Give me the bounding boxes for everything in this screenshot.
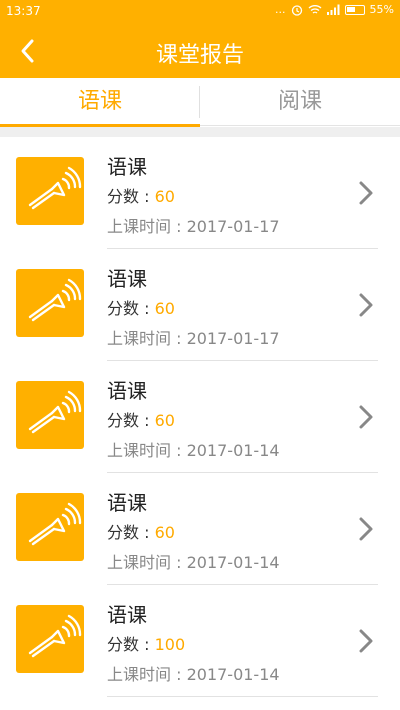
date-label: 上课时间 : xyxy=(107,441,187,460)
report-item[interactable]: 语课 分数 : 60 上课时间 : 2017-01-14 xyxy=(0,361,400,473)
score-value: 60 xyxy=(154,523,175,542)
report-name: 语课 xyxy=(107,155,147,179)
trumpet-thumbnail xyxy=(16,157,84,225)
report-name: 语课 xyxy=(107,267,147,291)
wifi-icon xyxy=(308,5,321,14)
report-score: 分数 : 60 xyxy=(107,519,175,543)
chevron-right-icon xyxy=(359,293,373,317)
report-list: 语课 分数 : 60 上课时间 : 2017-01-17 语课 分数 : 60 … xyxy=(0,137,400,697)
trumpet-icon xyxy=(28,278,82,322)
tab-yueke[interactable]: 阅课 xyxy=(200,78,400,126)
date-label: 上课时间 : xyxy=(107,217,187,236)
score-value: 60 xyxy=(154,187,175,206)
status-icons: ... 55% xyxy=(275,3,394,16)
trumpet-icon xyxy=(28,166,82,210)
battery-percent: 55% xyxy=(369,3,394,16)
date-value: 2017-01-14 xyxy=(186,553,280,572)
score-value: 60 xyxy=(154,299,175,318)
report-date: 上课时间 : 2017-01-14 xyxy=(107,661,280,685)
section-gap xyxy=(0,127,400,137)
alarm-icon xyxy=(291,4,302,16)
trumpet-thumbnail xyxy=(16,269,84,337)
chevron-right-icon xyxy=(359,181,373,205)
report-score: 分数 : 60 xyxy=(107,295,175,319)
report-name: 语课 xyxy=(107,603,147,627)
report-score: 分数 : 60 xyxy=(107,183,175,207)
date-value: 2017-01-14 xyxy=(186,441,280,460)
report-name: 语课 xyxy=(107,379,147,403)
date-value: 2017-01-17 xyxy=(186,329,280,348)
report-score: 分数 : 60 xyxy=(107,407,175,431)
date-label: 上课时间 : xyxy=(107,329,187,348)
page-title: 课堂报告 xyxy=(155,43,244,68)
item-divider xyxy=(107,696,378,697)
trumpet-icon xyxy=(28,502,82,546)
report-item[interactable]: 语课 分数 : 100 上课时间 : 2017-01-14 xyxy=(0,585,400,697)
score-label: 分数 : xyxy=(107,187,155,206)
score-value: 100 xyxy=(154,635,186,654)
report-date: 上课时间 : 2017-01-14 xyxy=(107,437,280,461)
score-label: 分数 : xyxy=(107,523,155,542)
date-value: 2017-01-17 xyxy=(186,217,280,236)
report-item[interactable]: 语课 分数 : 60 上课时间 : 2017-01-17 xyxy=(0,249,400,361)
trumpet-thumbnail xyxy=(16,605,84,673)
status-bar: 13:37 ... 55% xyxy=(0,0,400,24)
chevron-right-icon xyxy=(359,629,373,653)
score-label: 分数 : xyxy=(107,411,155,430)
score-label: 分数 : xyxy=(107,635,155,654)
status-time: 13:37 xyxy=(6,4,41,18)
tab-bar: 语课 阅课 xyxy=(0,78,400,127)
date-label: 上课时间 : xyxy=(107,665,187,684)
signal-icon xyxy=(326,4,340,15)
tab-yuke[interactable]: 语课 xyxy=(0,78,200,127)
score-label: 分数 : xyxy=(107,299,155,318)
report-date: 上课时间 : 2017-01-17 xyxy=(107,325,280,349)
app-header: 课堂报告 xyxy=(0,24,400,78)
report-name: 语课 xyxy=(107,491,147,515)
report-item[interactable]: 语课 分数 : 60 上课时间 : 2017-01-14 xyxy=(0,473,400,585)
date-label: 上课时间 : xyxy=(107,553,187,572)
score-value: 60 xyxy=(154,411,175,430)
date-value: 2017-01-14 xyxy=(186,665,280,684)
report-item[interactable]: 语课 分数 : 60 上课时间 : 2017-01-17 xyxy=(0,137,400,249)
trumpet-thumbnail xyxy=(16,493,84,561)
status-dots: ... xyxy=(275,3,286,16)
chevron-right-icon xyxy=(359,517,373,541)
report-score: 分数 : 100 xyxy=(107,631,185,655)
battery-icon xyxy=(344,4,365,15)
chevron-right-icon xyxy=(359,405,373,429)
report-date: 上课时间 : 2017-01-14 xyxy=(107,549,280,573)
report-date: 上课时间 : 2017-01-17 xyxy=(107,213,280,237)
trumpet-thumbnail xyxy=(16,381,84,449)
trumpet-icon xyxy=(28,390,82,434)
trumpet-icon xyxy=(28,614,82,658)
